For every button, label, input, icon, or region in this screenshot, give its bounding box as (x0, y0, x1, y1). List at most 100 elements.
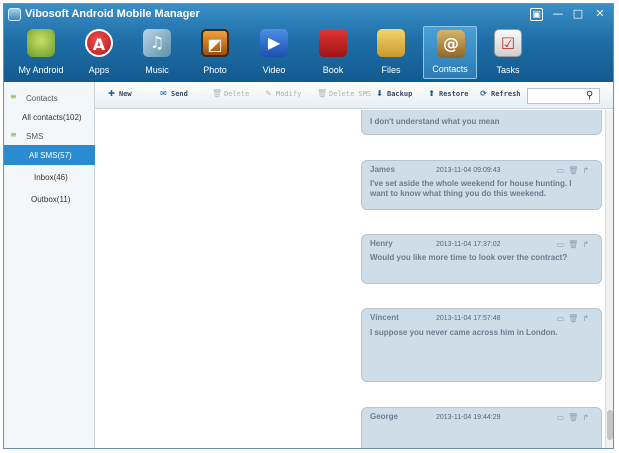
forward-icon: ↱ (582, 314, 593, 323)
sidebar-item-all-contacts[interactable]: All contacts(102) (4, 107, 95, 127)
nav-label: My Android (18, 65, 64, 75)
message-body: Would you like more time to look over th… (370, 253, 568, 262)
plus-icon: ✚ (108, 89, 115, 98)
message-actions[interactable]: ▭🗑↱ (557, 240, 593, 249)
sidebar-item-all-sms[interactable]: All SMS(57) (4, 145, 95, 165)
reply-icon: ▭ (556, 240, 569, 249)
nav-apps[interactable]: A Apps (72, 26, 126, 79)
nav-files[interactable]: Files (364, 26, 418, 79)
arrow-up-icon: ⬆ (428, 89, 435, 98)
refresh-icon: ⟳ (480, 89, 487, 98)
message-list: I don't understand what you mean James 2… (96, 110, 604, 448)
nav-label: Files (381, 65, 401, 75)
backup-button[interactable]: ⬇ Backup (375, 89, 412, 103)
message-actions[interactable]: ▭🗑↱ (557, 166, 593, 175)
trash-icon: 🗑 (568, 314, 583, 323)
nav-label: Contacts (432, 64, 468, 74)
message-sender: Vincent (370, 313, 399, 322)
delete-button[interactable]: 🗑 Delete (212, 89, 249, 103)
sidebar-item-inbox[interactable]: Inbox(46) (4, 167, 95, 187)
message-time: 2013-11-04 09:09:43 (436, 167, 501, 174)
nav-label: Book (322, 65, 344, 75)
list-icon: ≡ (10, 130, 17, 139)
photo-icon: ◩ (201, 29, 229, 57)
nav-label: Music (145, 65, 169, 75)
app-window: Vibosoft Android Mobile Manager ▣ — □ ✕ … (3, 3, 614, 449)
delete-sms-button[interactable]: 🗑 Delete SMS (317, 89, 371, 103)
message-actions[interactable]: ▭🗑↱ (557, 413, 593, 422)
pencil-icon: ✎ (265, 89, 272, 98)
sidebar-group-contacts[interactable]: ≡ Contacts (4, 89, 95, 107)
nav-label: Video (262, 65, 286, 75)
refresh-button[interactable]: ⟳ Refresh (479, 89, 520, 103)
sidebar-group-sms[interactable]: ≡ SMS (4, 127, 95, 145)
trash-icon: 🗑 (568, 413, 583, 422)
message-body: I've set aside the whole weekend for hou… (370, 179, 572, 198)
nav-label: Tasks (496, 65, 520, 75)
nav-music[interactable]: ♫ Music (130, 26, 184, 79)
message-body: I don't understand what you mean (370, 117, 500, 126)
trash-icon: 🗑 (568, 240, 583, 249)
header-bar: Vibosoft Android Mobile Manager ▣ — □ ✕ … (4, 4, 613, 82)
message-sender: George (370, 412, 399, 421)
nav-label: Apps (88, 65, 110, 75)
message-bubble[interactable]: George 2013-11-04 19:44:29 ▭🗑↱ (361, 407, 602, 448)
nav-book[interactable]: Book (306, 26, 360, 79)
maximize-button[interactable]: □ (570, 7, 586, 21)
nav-contacts[interactable]: @ Contacts (423, 26, 477, 79)
search-input[interactable] (531, 90, 586, 102)
message-bubble[interactable]: Vincent 2013-11-04 17:57:48 ▭🗑↱ I suppos… (361, 308, 602, 382)
send-button[interactable]: ✉ Send (159, 89, 188, 103)
app-logo-icon (8, 8, 21, 21)
nav-video[interactable]: ▶ Video (247, 26, 301, 79)
music-icon: ♫ (143, 29, 171, 57)
tasks-icon: ☑ (494, 29, 522, 57)
apps-icon: A (85, 29, 113, 57)
menu-button[interactable]: ▣ (530, 8, 543, 21)
new-button[interactable]: ✚ New (107, 89, 132, 103)
modify-button[interactable]: ✎ Modify (264, 89, 301, 103)
contacts-icon: @ (437, 30, 465, 58)
forward-icon: ↱ (582, 240, 593, 249)
nav-photo[interactable]: ◩ Photo (188, 26, 242, 79)
trash-icon: 🗑 (212, 89, 223, 98)
message-time: 2013-11-04 17:57:48 (436, 315, 501, 322)
minimize-button[interactable]: — (550, 7, 566, 21)
scroll-thumb[interactable] (607, 410, 613, 440)
message-time: 2013-11-04 17:37:02 (436, 241, 501, 248)
book-icon (319, 29, 347, 57)
message-body: I suppose you never came across him in L… (370, 328, 558, 337)
main-nav: My Android A Apps ♫ Music ◩ Photo ▶ Vide… (4, 26, 613, 82)
title-bar: Vibosoft Android Mobile Manager ▣ — □ ✕ (4, 4, 613, 26)
list-icon: ≡ (10, 92, 17, 101)
message-actions[interactable]: ▭🗑↱ (557, 314, 593, 323)
video-icon: ▶ (260, 29, 288, 57)
message-bubble[interactable]: James 2013-11-04 09:09:43 ▭🗑↱ I've set a… (361, 160, 602, 210)
close-button[interactable]: ✕ (592, 7, 608, 21)
nav-label: Photo (203, 65, 227, 75)
message-sender: Henry (370, 239, 393, 248)
android-icon (27, 29, 55, 57)
forward-icon: ↱ (582, 166, 593, 175)
message-sender: James (370, 165, 395, 174)
nav-my-android[interactable]: My Android (14, 26, 68, 79)
nav-tasks[interactable]: ☑ Tasks (481, 26, 535, 79)
arrow-down-icon: ⬇ (376, 89, 383, 98)
search-icon[interactable]: ⚲ (586, 90, 596, 102)
action-toolbar: ✚ New ✉ Send 🗑 Delete ✎ Modify 🗑 Delete SMS ⬇… (4, 82, 613, 109)
sidebar-item-outbox[interactable]: Outbox(11) (4, 189, 95, 209)
message-bubble[interactable]: Henry 2013-11-04 17:37:02 ▭🗑↱ Would you … (361, 234, 602, 284)
message-bubble[interactable]: I don't understand what you mean (361, 110, 602, 135)
folder-icon (377, 29, 405, 57)
sidebar: ≡ Contacts All contacts(102) ≡ SMS All S… (4, 82, 95, 448)
search-box[interactable]: ⚲ (527, 88, 600, 104)
trash-icon: 🗑 (317, 89, 328, 98)
restore-button[interactable]: ⬆ Restore (427, 89, 468, 103)
message-scrollbar[interactable] (605, 110, 613, 448)
message-time: 2013-11-04 19:44:29 (436, 414, 501, 421)
reply-icon: ▭ (556, 166, 569, 175)
reply-icon: ▭ (556, 413, 569, 422)
forward-icon: ↱ (582, 413, 593, 422)
reply-icon: ▭ (556, 314, 569, 323)
trash-icon: 🗑 (568, 166, 583, 175)
